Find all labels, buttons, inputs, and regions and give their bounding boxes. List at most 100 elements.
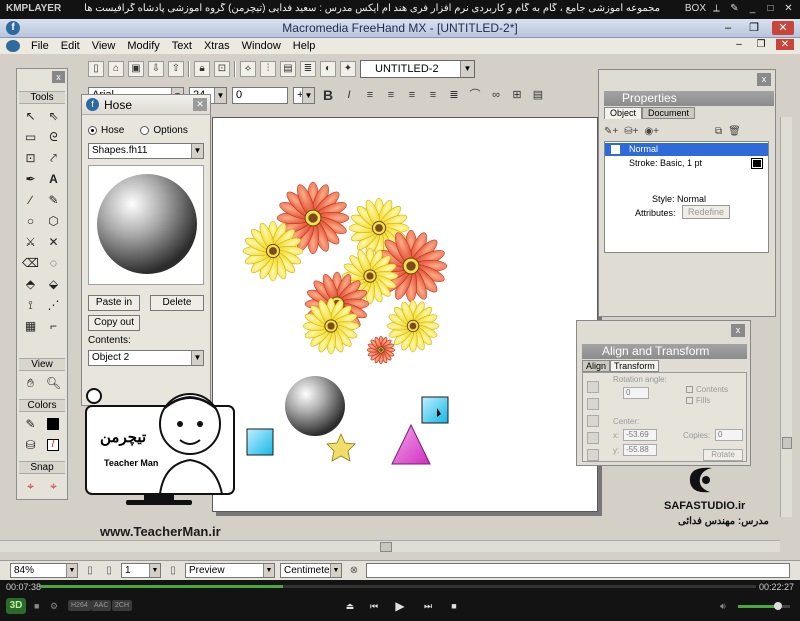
eyedropper-icon[interactable]: ⤤ — [43, 149, 64, 167]
paste-in-button[interactable]: Paste in — [88, 295, 140, 311]
scale-icon[interactable]: ⊡ — [20, 149, 41, 167]
stop-icon[interactable]: ■ — [34, 601, 39, 611]
menu-text[interactable]: Text — [166, 40, 198, 52]
snap-to-point-icon[interactable]: ⌖ — [20, 477, 41, 495]
settings-icon[interactable]: ⚙ — [50, 601, 58, 612]
vertical-scrollbar[interactable] — [780, 117, 792, 517]
line-tool-icon[interactable]: ∕ — [20, 191, 41, 209]
tab-object[interactable]: Object — [604, 107, 643, 119]
rotation-field[interactable]: 0 — [623, 387, 649, 399]
lasso-icon[interactable]: ᘓ — [43, 128, 64, 146]
tab-transform[interactable]: Transform — [610, 360, 659, 372]
settings-icon[interactable]: ✎ — [727, 1, 742, 16]
doc-minimize-icon[interactable]: ‒ — [732, 39, 746, 50]
tools-close-icon[interactable]: x — [52, 71, 65, 83]
save-icon[interactable]: ▣ — [128, 61, 144, 77]
properties-header[interactable]: Properties — [604, 91, 774, 106]
shadow-icon[interactable]: ⬙ — [43, 275, 64, 293]
open-icon[interactable]: ⌂ — [108, 61, 124, 77]
radio-hose[interactable]: Hose — [88, 125, 124, 136]
skew-mode-icon[interactable] — [587, 432, 599, 444]
contents-checkbox[interactable]: Contents — [686, 385, 728, 394]
seek-bar[interactable] — [40, 585, 756, 588]
transform-icon[interactable]: ⟡ — [240, 61, 256, 77]
layers-icon[interactable]: ≣ — [300, 61, 316, 77]
export-icon[interactable]: ⇧ — [168, 61, 184, 77]
center-y-field[interactable]: -55.88 — [623, 444, 657, 456]
app-close-icon[interactable]: ✕ — [772, 21, 794, 35]
page-tool-icon[interactable]: ▭ — [20, 128, 41, 146]
page-prev-icon[interactable]: ▯ — [83, 564, 97, 578]
text-editor-icon[interactable]: ▤ — [530, 87, 546, 103]
justify-icon[interactable]: ≡ — [425, 87, 441, 103]
hose-flower[interactable] — [242, 220, 304, 282]
tab-align[interactable]: Align — [582, 360, 611, 372]
volume-icon[interactable]: 🔊︎ — [720, 601, 726, 612]
fills-checkbox[interactable]: Fills — [686, 396, 710, 405]
align-center-icon[interactable]: ≡ — [383, 87, 399, 103]
cyan-square-left[interactable] — [246, 428, 274, 456]
copies-field[interactable]: 0 — [715, 429, 743, 441]
scale-mode-icon[interactable] — [587, 415, 599, 427]
hose-file-select[interactable]: Shapes.fh11 ▼ — [88, 143, 204, 159]
zoom-icon[interactable]: 🔍︎ — [43, 374, 64, 392]
yellow-star[interactable] — [326, 433, 356, 462]
rotate-button[interactable]: Rotate — [703, 449, 743, 461]
subselect-icon[interactable]: ⇖ — [43, 107, 64, 125]
add-effect-icon[interactable]: ◉+ — [644, 126, 659, 137]
volume-slider[interactable] — [738, 602, 790, 610]
knife-icon[interactable]: ⚔ — [20, 233, 41, 251]
document-icon[interactable] — [6, 40, 20, 52]
zoom-select[interactable]: 84% ▼ — [10, 563, 78, 578]
page-icon[interactable]: ▯ — [102, 564, 116, 578]
page-next-icon[interactable]: ▯ — [166, 564, 180, 578]
fill-swatch-none[interactable]: / — [47, 439, 59, 451]
stroke-color-icon[interactable]: ✎ — [20, 415, 41, 433]
lock-icon[interactable]: 🔒︎ — [194, 61, 210, 77]
hose-flower[interactable] — [386, 299, 440, 353]
cancel-render-icon[interactable]: ⊗ — [347, 564, 361, 578]
rotate-mode-icon[interactable] — [587, 398, 599, 410]
horizontal-scrollbar[interactable] — [0, 540, 780, 552]
snap-to-object-icon[interactable]: ⌖ — [43, 477, 64, 495]
add-fill-icon[interactable]: ⛁+ — [624, 126, 638, 137]
hose-flower[interactable] — [302, 297, 360, 355]
align-left-icon[interactable]: ≡ — [362, 87, 378, 103]
justify-all-icon[interactable]: ≣ — [446, 87, 462, 103]
attach-to-path-icon[interactable]: ⌒ — [467, 87, 483, 103]
maximize-icon[interactable]: □ — [763, 1, 778, 16]
chart-icon[interactable]: ▦ — [20, 317, 41, 335]
document-page[interactable] — [212, 117, 598, 512]
swatches-icon[interactable]: ◐ — [320, 61, 336, 77]
convert-to-paths-icon[interactable]: ⊞ — [509, 87, 525, 103]
hand-icon[interactable]: ✋︎ — [20, 374, 41, 392]
menu-file[interactable]: File — [25, 40, 55, 52]
trash-icon[interactable]: 🗑︎ — [728, 126, 741, 137]
spiral-icon[interactable]: ◌ — [43, 254, 64, 272]
ellipse-icon[interactable]: ○ — [20, 212, 41, 230]
extrude-icon[interactable]: ⬘ — [20, 275, 41, 293]
scroll-thumb[interactable] — [380, 542, 392, 552]
scroll-thumb[interactable] — [782, 437, 792, 449]
page-select[interactable]: 1 ▼ — [121, 563, 161, 578]
app-minimize-icon[interactable]: ‒ — [720, 21, 736, 35]
leading-mode-select[interactable]: + ▼ — [293, 86, 315, 104]
property-row-normal[interactable]: Normal — [605, 143, 768, 156]
hose-close-icon[interactable]: ✕ — [193, 98, 207, 111]
gradient-sphere[interactable] — [285, 376, 345, 436]
play-icon[interactable]: ▶ — [392, 598, 408, 614]
stop-icon[interactable]: ■ — [446, 598, 462, 614]
hose-flower[interactable] — [366, 335, 396, 365]
menu-help[interactable]: Help — [287, 40, 322, 52]
library-icon[interactable]: ▤ — [280, 61, 296, 77]
italic-icon[interactable]: I — [341, 87, 357, 103]
fill-color-icon[interactable]: ⛁ — [20, 436, 41, 454]
menu-edit[interactable]: Edit — [55, 40, 86, 52]
magenta-triangle[interactable] — [391, 423, 431, 465]
radio-options[interactable]: Options — [140, 125, 188, 136]
next-icon[interactable]: ⏭ — [420, 598, 436, 614]
property-row-stroke[interactable]: Stroke: Basic, 1 pt — [605, 157, 768, 170]
pencil-icon[interactable]: ✎ — [43, 191, 64, 209]
hose-flowers[interactable] — [242, 181, 448, 365]
duplicate-icon[interactable]: ⧉ — [715, 126, 722, 137]
